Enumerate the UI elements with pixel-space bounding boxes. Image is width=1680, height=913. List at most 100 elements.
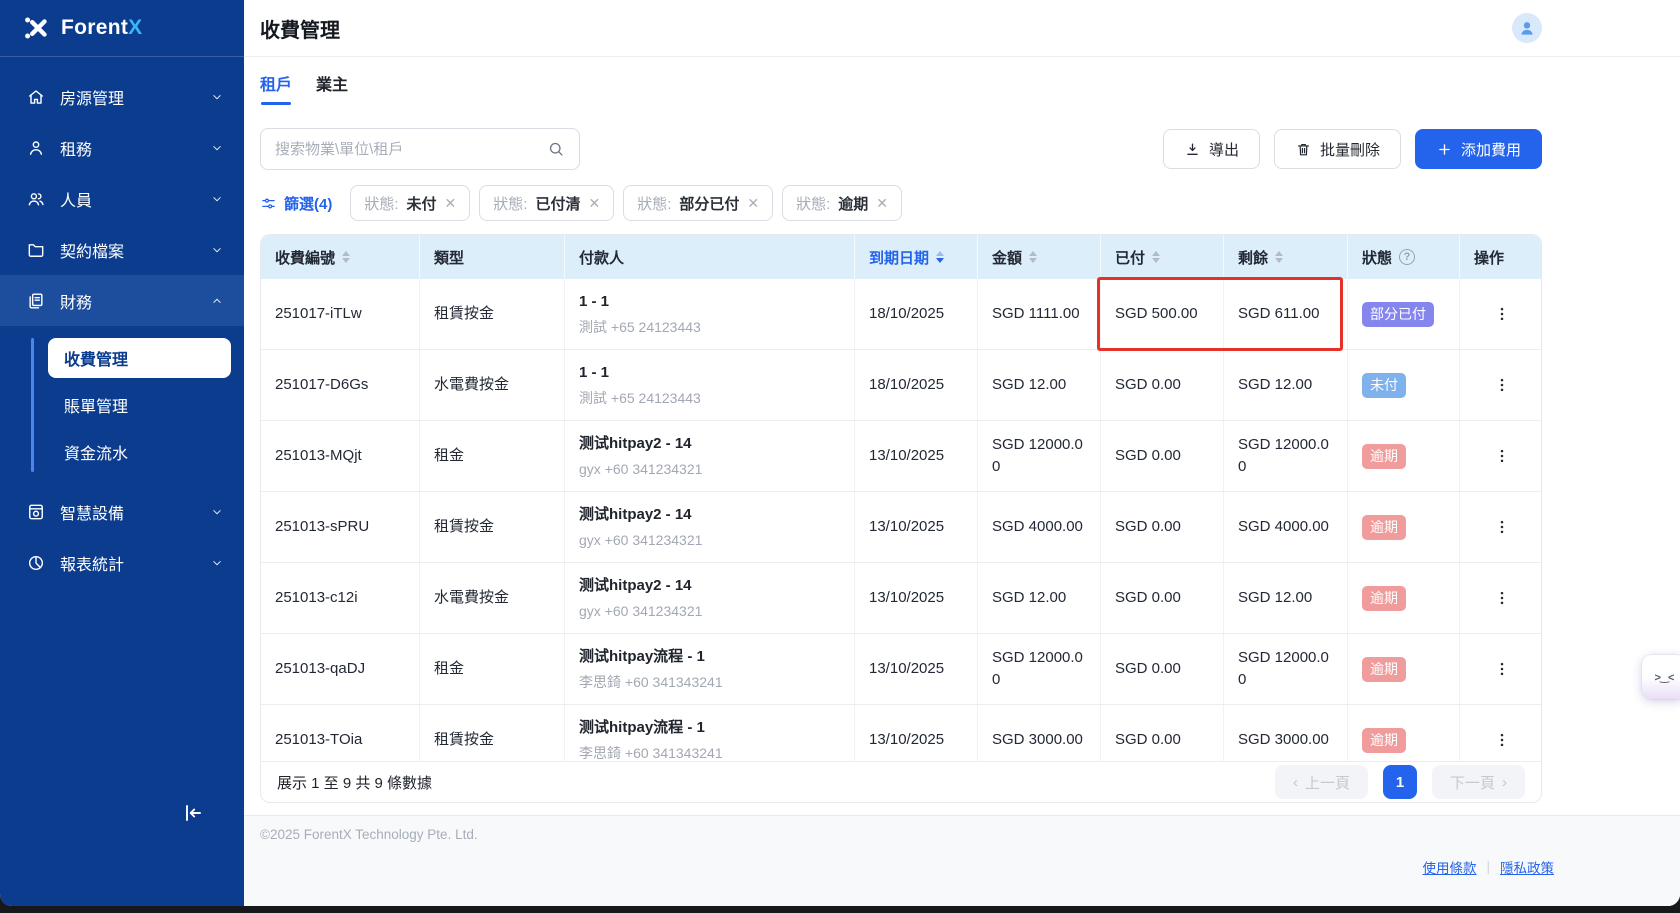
footer-links-separator: | bbox=[1486, 859, 1490, 874]
content: 導出 批量刪除 bbox=[260, 128, 1542, 803]
kebab-menu-icon[interactable] bbox=[1492, 730, 1512, 750]
sidebar-subitem-fee-management[interactable]: 收費管理 bbox=[48, 338, 231, 378]
payer-contact: 測試 +65 24123443 bbox=[579, 317, 842, 337]
payer-name: 1 - 1 bbox=[579, 291, 842, 313]
payer-cell: 测试hitpay流程 - 1李思錡 +60 341343241 bbox=[565, 634, 855, 704]
payer-name: 测试hitpay流程 - 1 bbox=[579, 717, 842, 739]
sidebar-subitem-cash-flow[interactable]: 資金流水 bbox=[48, 432, 231, 472]
paid-cell: SGD 0.00 bbox=[1101, 634, 1224, 704]
kebab-menu-icon[interactable] bbox=[1492, 588, 1512, 608]
remaining-cell: SGD 12000.00 bbox=[1224, 634, 1348, 704]
footer-link-terms[interactable]: 使用條款 bbox=[1422, 857, 1476, 877]
table-header-row: 收費編號類型付款人到期日期金額已付剩餘狀態?操作 bbox=[261, 235, 1541, 279]
column-header-金額[interactable]: 金額 bbox=[978, 235, 1101, 279]
help-icon[interactable]: ? bbox=[1399, 249, 1415, 265]
kebab-menu-icon[interactable] bbox=[1492, 304, 1512, 324]
chip-close-icon[interactable]: ✕ bbox=[747, 196, 759, 210]
type-cell: 租賃按金 bbox=[420, 492, 565, 562]
export-button[interactable]: 導出 bbox=[1163, 129, 1260, 169]
chip-close-icon[interactable]: ✕ bbox=[588, 196, 600, 210]
charge-id-cell: 251017-iTLw bbox=[261, 279, 420, 349]
sort-desc-arrow bbox=[342, 258, 350, 263]
add-charge-button[interactable]: 添加費用 bbox=[1415, 129, 1542, 169]
sort-desc-arrow bbox=[1152, 258, 1160, 263]
kebab-menu-icon[interactable] bbox=[1492, 446, 1512, 466]
pagination-prev-button[interactable]: ‹ 上一頁 bbox=[1275, 765, 1368, 799]
actions-cell bbox=[1460, 350, 1541, 420]
chevron-right-icon: › bbox=[1502, 774, 1507, 791]
user-avatar[interactable] bbox=[1512, 13, 1542, 43]
column-header-到期日期[interactable]: 到期日期 bbox=[855, 235, 978, 279]
column-header-已付[interactable]: 已付 bbox=[1101, 235, 1224, 279]
sidebar-item-report-statistics[interactable]: 報表統計 bbox=[0, 537, 244, 588]
tab-owner[interactable]: 業主 bbox=[316, 71, 348, 105]
tab-tenant[interactable]: 租戶 bbox=[260, 71, 292, 105]
sort-desc-arrow bbox=[936, 258, 944, 263]
pagination-prev-label: 上一頁 bbox=[1305, 772, 1350, 793]
kebab-menu-icon[interactable] bbox=[1492, 375, 1512, 395]
filter-chip-key: 狀態: bbox=[493, 193, 527, 214]
chevron-down-icon bbox=[210, 90, 224, 104]
sort-asc-arrow bbox=[1029, 251, 1037, 256]
sidebar-item-label: 智慧設備 bbox=[60, 500, 124, 524]
sidebar-item-property-management[interactable]: 房源管理 bbox=[0, 71, 244, 122]
kebab-menu-icon[interactable] bbox=[1492, 517, 1512, 537]
collapse-sidebar-button[interactable] bbox=[178, 800, 206, 828]
column-header-收費編號[interactable]: 收費編號 bbox=[261, 235, 420, 279]
bulk-delete-label: 批量刪除 bbox=[1320, 139, 1380, 160]
pagination-bar: 展示 1 至 9 共 9 條數據 ‹ 上一頁 1 下一頁 › bbox=[261, 761, 1541, 802]
add-charge-label: 添加費用 bbox=[1461, 139, 1521, 160]
filter-chip-3: 狀態:部分已付✕ bbox=[623, 185, 773, 221]
amount-cell: SGD 4000.00 bbox=[978, 492, 1101, 562]
table-row: 251017-iTLw租賃按金1 - 1測試 +65 2412344318/10… bbox=[261, 279, 1541, 350]
amount-cell: SGD 12.00 bbox=[978, 563, 1101, 633]
due-date-cell: 13/10/2025 bbox=[855, 634, 978, 704]
chevron-down-icon bbox=[210, 556, 224, 570]
pagination-next-button[interactable]: 下一頁 › bbox=[1432, 765, 1525, 799]
filter-chip-value: 已付清 bbox=[535, 193, 580, 214]
column-header-剩餘[interactable]: 剩餘 bbox=[1224, 235, 1348, 279]
sidebar-item-contract-files[interactable]: 契約檔案 bbox=[0, 224, 244, 275]
bulk-delete-button[interactable]: 批量刪除 bbox=[1274, 129, 1401, 169]
sidebar-menu: 房源管理租務人員契約檔案財務收費管理賬單管理資金流水智慧設備報表統計 bbox=[0, 57, 244, 588]
sidebar-item-finance[interactable]: 財務 bbox=[0, 275, 244, 326]
search-input[interactable] bbox=[275, 141, 547, 158]
kebab-menu-icon[interactable] bbox=[1492, 659, 1512, 679]
column-header-類型: 類型 bbox=[420, 235, 565, 279]
sidebar-item-tenancy[interactable]: 租務 bbox=[0, 122, 244, 173]
payer-contact: 測試 +65 24123443 bbox=[579, 388, 842, 408]
sort-icon bbox=[342, 251, 350, 264]
sidebar-item-personnel[interactable]: 人員 bbox=[0, 173, 244, 224]
sidebar-item-smart-devices[interactable]: 智慧設備 bbox=[0, 486, 244, 537]
payer-name: 测试hitpay2 - 14 bbox=[579, 575, 842, 597]
remaining-cell: SGD 3000.00 bbox=[1224, 705, 1348, 763]
pagination-page-1[interactable]: 1 bbox=[1383, 765, 1417, 799]
person-icon bbox=[26, 138, 46, 158]
filter-chip-2: 狀態: 已付清 ✕ bbox=[479, 185, 614, 221]
chip-close-icon[interactable]: ✕ bbox=[876, 196, 888, 210]
status-cell: 部分已付 bbox=[1348, 279, 1460, 349]
footer-links: 使用條款 | 隱私政策 bbox=[1422, 827, 1554, 906]
sidebar: ForentX 房源管理租務人員契約檔案財務收費管理賬單管理資金流水智慧設備報表… bbox=[0, 0, 244, 906]
filter-toggle[interactable]: 篩選(4) bbox=[260, 193, 332, 214]
search-icon bbox=[547, 140, 565, 158]
browser-content: ForentX 房源管理租務人員契約檔案財務收費管理賬單管理資金流水智慧設備報表… bbox=[0, 0, 1680, 906]
column-header-label: 狀態 bbox=[1362, 247, 1392, 268]
sort-asc-arrow bbox=[342, 251, 350, 256]
amount-cell: SGD 3000.00 bbox=[978, 705, 1101, 763]
column-header-label: 付款人 bbox=[579, 247, 624, 268]
assistant-float-button[interactable]: >‿< bbox=[1642, 655, 1680, 699]
toolbar-actions: 導出 批量刪除 bbox=[1163, 129, 1542, 169]
paid-cell: SGD 0.00 bbox=[1101, 421, 1224, 491]
due-date-cell: 13/10/2025 bbox=[855, 421, 978, 491]
footer-link-privacy[interactable]: 隱私政策 bbox=[1500, 857, 1554, 877]
chip-close-icon[interactable]: ✕ bbox=[445, 196, 457, 210]
status-cell: 逾期 bbox=[1348, 705, 1460, 763]
payer-cell: 1 - 1 測試 +65 24123443 bbox=[565, 279, 855, 349]
filter-chip-value: 部分已付 bbox=[679, 193, 739, 214]
payer-contact: 李思錡 +60 341343241 bbox=[579, 743, 842, 763]
column-header-label: 收費編號 bbox=[275, 247, 335, 268]
paid-cell: SGD 0.00 bbox=[1101, 705, 1224, 763]
sidebar-subitem-bill-management[interactable]: 賬單管理 bbox=[48, 385, 231, 425]
type-cell: 租金 bbox=[420, 634, 565, 704]
